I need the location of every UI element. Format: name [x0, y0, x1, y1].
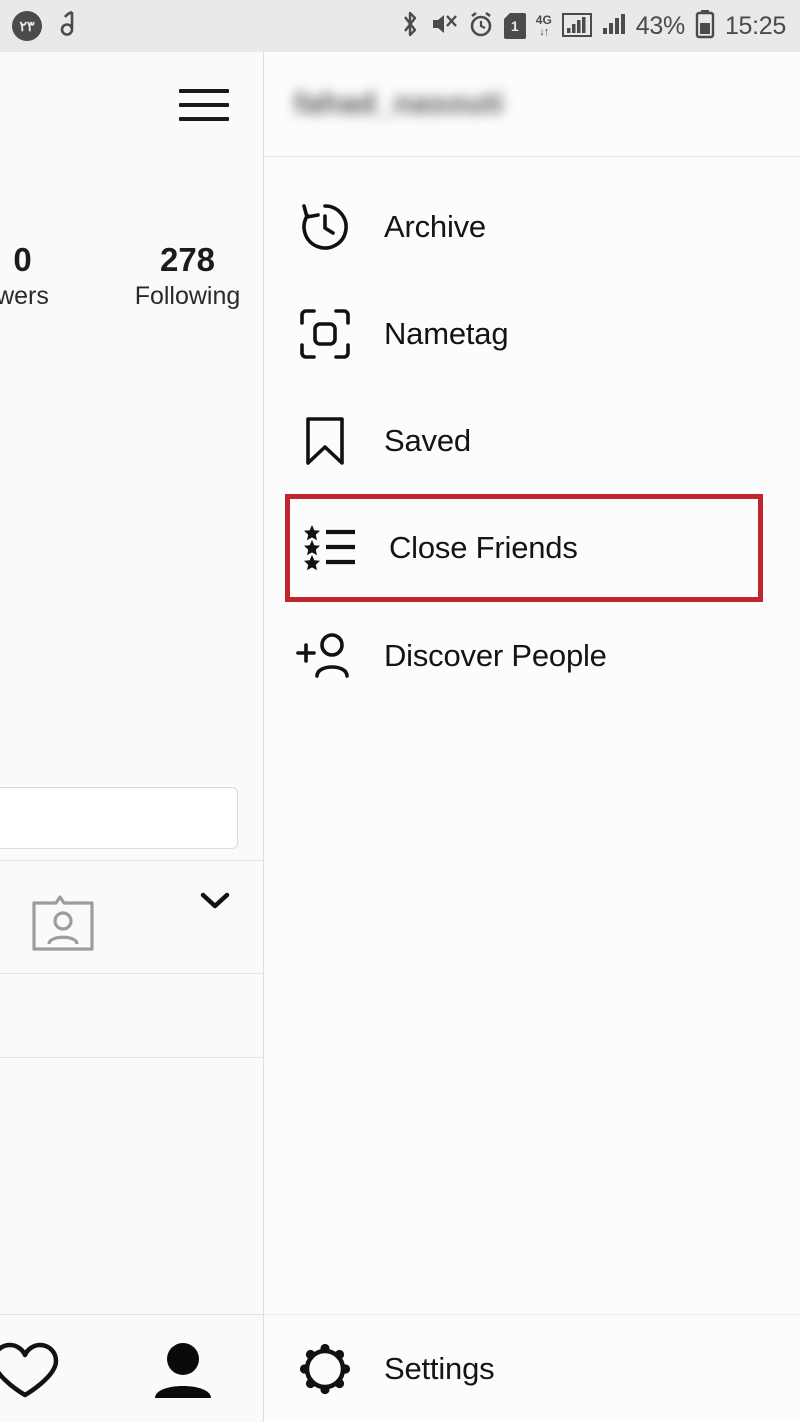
bookmark-icon — [294, 410, 356, 472]
menu-item-saved[interactable]: Saved — [264, 387, 800, 494]
signal-bars-1-icon — [561, 10, 592, 43]
settings-label: Settings — [384, 1350, 495, 1386]
username-label: fahad_nasouti — [294, 87, 504, 120]
menu-item-label: Close Friends — [389, 530, 578, 565]
hamburger-line — [179, 89, 229, 93]
nav-activity-heart-icon[interactable] — [0, 1339, 70, 1401]
gear-icon — [294, 1338, 356, 1400]
star-list-icon — [299, 517, 361, 579]
hamburger-menu-button[interactable] — [179, 85, 229, 125]
followers-label: wers — [0, 282, 49, 311]
status-bar-left: ۲۳ — [12, 10, 76, 43]
drawer-menu-list: Archive Nametag Saved Close Friends Disc… — [264, 157, 800, 709]
network-label: 4G — [535, 13, 552, 27]
drawer-header: fahad_nasouti — [264, 52, 800, 157]
stat-followers[interactable]: 0 wers — [0, 241, 105, 311]
nametag-card-icon[interactable] — [30, 893, 98, 955]
clock-label: 15:25 — [724, 11, 786, 40]
bluetooth-icon — [400, 9, 420, 44]
status-bar-right: 1 4G ↓↑ 43% 15:25 — [400, 9, 786, 44]
data-arrows-icon: ↓↑ — [539, 26, 549, 38]
4g-data-icon: 4G ↓↑ — [536, 14, 552, 38]
sim1-icon: 1 — [503, 13, 526, 39]
menu-item-discover-people[interactable]: Discover People — [264, 602, 800, 709]
followers-count: 0 — [13, 241, 32, 278]
battery-percent-label: 43% — [635, 11, 685, 40]
battery-icon — [695, 9, 715, 44]
profile-options-drawer: fahad_nasouti Archive Nametag Saved Clos… — [264, 52, 800, 1422]
menu-item-archive[interactable]: Archive — [264, 173, 800, 280]
phone-screen: ۲۳ 1 4G ↓↑ 43% 15:25 0 wers 278 Followin… — [0, 0, 800, 1422]
profile-panel-background: 0 wers 278 Following — [0, 52, 264, 1422]
alarm-icon — [468, 10, 494, 43]
edit-profile-button[interactable] — [0, 787, 238, 849]
status-bar: ۲۳ 1 4G ↓↑ 43% 15:25 — [0, 0, 800, 52]
signal-bars-2-icon — [602, 10, 626, 43]
menu-item-label: Saved — [384, 422, 471, 458]
hamburger-line — [179, 103, 229, 107]
notification-badge-icon: ۲۳ — [12, 11, 42, 41]
archive-clock-icon — [294, 196, 356, 258]
bottom-navigation-bar — [0, 1314, 263, 1422]
hamburger-line — [179, 117, 229, 121]
nav-profile-person-icon[interactable] — [150, 1341, 216, 1401]
following-count: 278 — [159, 241, 216, 278]
stat-following[interactable]: 278 Following — [105, 241, 263, 311]
menu-item-settings[interactable]: Settings — [264, 1314, 800, 1422]
menu-item-label: Discover People — [384, 637, 607, 673]
following-label: Following — [134, 282, 241, 311]
profile-stats-row: 0 wers 278 Following — [0, 241, 263, 311]
panel-divider — [0, 973, 263, 974]
person-add-icon — [294, 625, 356, 687]
chevron-down-icon[interactable] — [200, 892, 230, 910]
menu-item-label: Nametag — [384, 315, 509, 351]
panel-divider — [0, 860, 263, 861]
panel-divider — [0, 1057, 263, 1058]
nametag-scan-icon — [294, 303, 356, 365]
volume-mute-icon — [430, 10, 458, 43]
menu-item-nametag[interactable]: Nametag — [264, 280, 800, 387]
menu-item-label: Archive — [384, 208, 486, 244]
music-note-icon — [54, 10, 76, 43]
menu-item-close-friends[interactable]: Close Friends — [285, 494, 763, 602]
